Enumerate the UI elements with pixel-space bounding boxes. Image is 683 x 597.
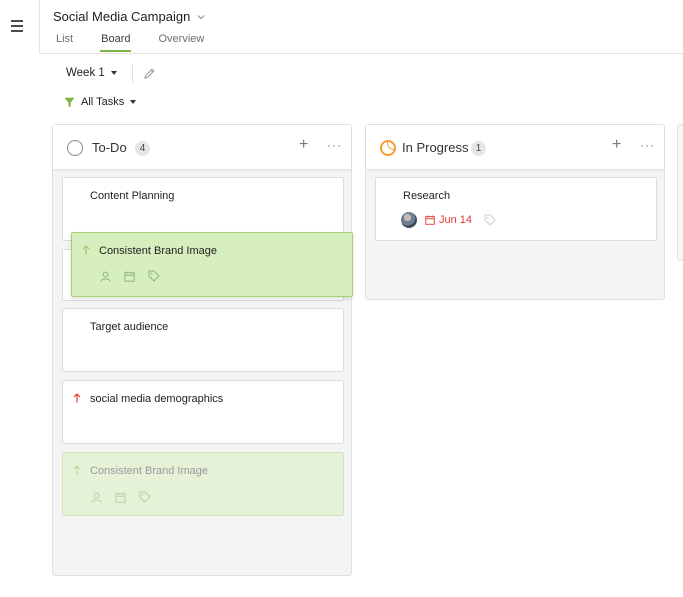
column-header: To-Do 4 + ··· [53, 125, 351, 170]
dragging-task-card[interactable]: Consistent Brand Image [71, 232, 353, 297]
chevron-down-icon [197, 14, 205, 19]
column-title: In Progress [402, 140, 469, 155]
circle-outline-icon [67, 140, 83, 156]
column-in-progress: In Progress 1 + ··· Research Jun 14 [365, 124, 665, 300]
week-label: Week 1 [66, 67, 105, 79]
task-card[interactable]: Target audience [62, 308, 344, 372]
task-title: Consistent Brand Image [99, 245, 218, 257]
calendar-icon [425, 215, 435, 225]
tab-board[interactable]: Board [100, 33, 132, 52]
caret-down-icon [130, 100, 137, 104]
tag-icon[interactable] [484, 214, 496, 226]
arrow-up-icon [82, 245, 90, 255]
tab-list[interactable]: List [56, 33, 73, 52]
column-count-badge: 4 [135, 141, 150, 156]
add-task-icon[interactable]: + [299, 136, 308, 154]
project-title[interactable]: Social Media Campaign [53, 9, 206, 24]
due-date[interactable]: Jun 14 [425, 214, 472, 226]
task-title: social media demographics [90, 393, 224, 405]
assignee-icon [91, 492, 102, 503]
column-header: In Progress 1 + ··· [366, 125, 664, 170]
column-count-badge: 1 [471, 141, 486, 156]
filter-label: All Tasks [81, 96, 125, 108]
calendar-icon[interactable] [124, 271, 135, 282]
avatar[interactable] [401, 212, 417, 228]
task-title: Target audience [90, 321, 169, 333]
add-task-icon[interactable]: + [612, 136, 621, 154]
due-date-text: Jun 14 [439, 214, 473, 226]
tab-overview[interactable]: Overview [158, 33, 204, 52]
hamburger-menu-icon[interactable] [11, 20, 23, 32]
view-tabs: List Board Overview [56, 33, 204, 52]
pencil-icon[interactable] [143, 67, 156, 80]
tag-icon[interactable] [148, 270, 160, 282]
caret-down-icon [110, 71, 117, 75]
more-options-icon[interactable]: ··· [327, 138, 342, 152]
more-options-icon[interactable]: ··· [640, 138, 655, 152]
task-card[interactable]: social media demographics [62, 380, 344, 444]
drop-placeholder-card: Consistent Brand Image [62, 452, 344, 516]
funnel-icon [64, 97, 75, 107]
project-title-text: Social Media Campaign [53, 9, 191, 24]
project-header: Social Media Campaign List Board Overvie… [40, 0, 683, 54]
task-meta: Jun 14 [401, 212, 496, 228]
task-title: Consistent Brand Image [90, 465, 209, 477]
tag-icon [139, 491, 151, 503]
column-todo: To-Do 4 + ··· Content Planning Target au… [52, 124, 352, 576]
assignee-icon[interactable] [100, 271, 111, 282]
column-title: To-Do [92, 140, 127, 155]
task-card[interactable]: Research Jun 14 [375, 177, 657, 241]
task-meta [91, 491, 151, 503]
task-filter[interactable]: All Tasks [64, 96, 137, 108]
left-rail [0, 0, 40, 54]
arrow-up-icon [73, 465, 81, 475]
toolbar-divider [132, 65, 133, 83]
half-circle-progress-icon [380, 140, 396, 156]
arrow-up-icon [73, 393, 81, 403]
week-selector[interactable]: Week 1 [66, 67, 117, 79]
task-title: Content Planning [90, 190, 175, 202]
task-title: Research [403, 190, 451, 202]
column-next-edge [677, 124, 683, 261]
calendar-icon [115, 492, 126, 503]
task-meta [100, 270, 160, 282]
